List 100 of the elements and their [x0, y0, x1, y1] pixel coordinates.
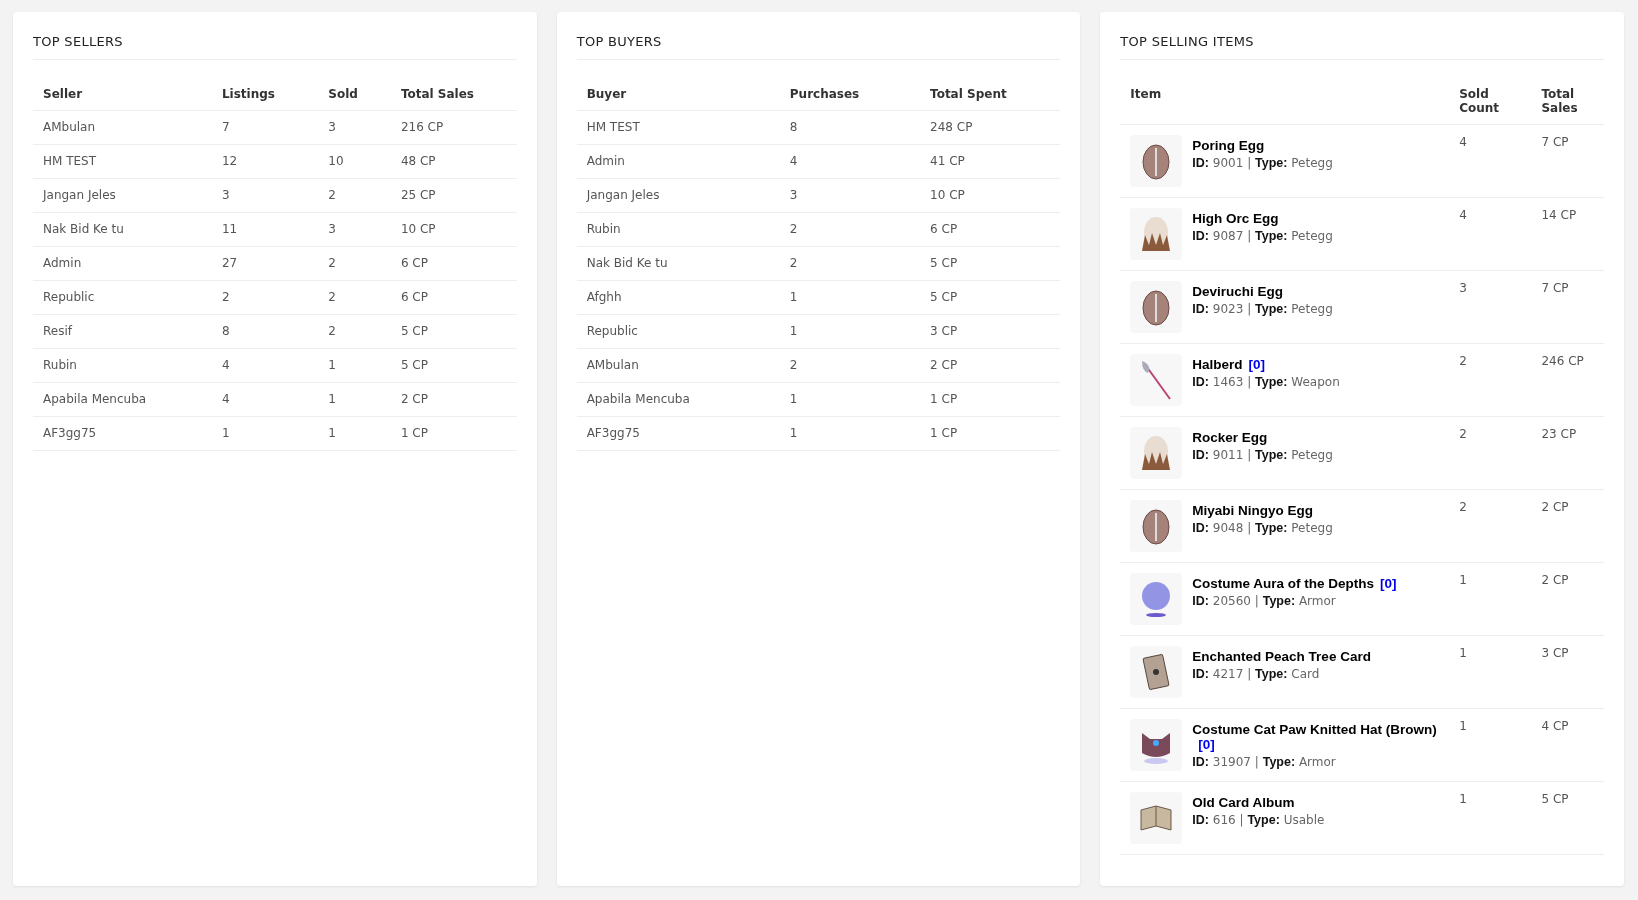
seller-name: Resif — [33, 314, 212, 349]
seller-name: Republic — [33, 280, 212, 315]
column-header: Seller — [33, 78, 212, 111]
item-name: Deviruchi Egg — [1192, 284, 1285, 299]
seller-name: Nak Bid Ke tu — [33, 212, 212, 247]
table-cell: 10 CP — [920, 178, 1061, 213]
item-name: High Orc Egg — [1192, 211, 1280, 226]
table-cell: 3 CP — [1531, 635, 1604, 709]
item-details: ID: 9011 | Type: Petegg — [1192, 448, 1333, 462]
table-cell: 1 — [1449, 708, 1532, 782]
buyer-name: Jangan Jeles — [576, 178, 780, 213]
table-cell: 48 CP — [390, 144, 517, 179]
buyer-name: HM TEST — [576, 110, 780, 145]
table-cell: 4 CP — [1531, 708, 1604, 782]
column-header: Buyer — [576, 78, 780, 111]
table-cell: 3 — [1449, 270, 1532, 344]
table-cell: 1 — [318, 382, 391, 417]
table-cell: 2 — [779, 246, 921, 281]
table-cell: 14 CP — [1531, 197, 1604, 271]
panel-title: TOP BUYERS — [576, 30, 1061, 60]
buyer-name: Republic — [576, 314, 780, 349]
table-cell: 5 CP — [920, 246, 1061, 281]
table-cell: 2 — [1449, 489, 1532, 563]
table-cell: 4 — [1449, 124, 1532, 198]
table-cell: 2 — [318, 246, 391, 281]
table-cell: 2 — [779, 212, 921, 247]
table-cell: 2 — [318, 280, 391, 315]
table-cell: 5 CP — [390, 314, 517, 349]
item-details: ID: 4217 | Type: Card — [1192, 667, 1321, 681]
table-cell: 6 CP — [920, 212, 1061, 247]
table-cell: 1 — [779, 382, 921, 417]
column-header: Purchases — [779, 78, 921, 111]
table-cell: 11 — [211, 212, 319, 247]
table-cell: 8 — [211, 314, 319, 349]
buyer-name: Nak Bid Ke tu — [576, 246, 780, 281]
item-details: ID: 1463 | Type: Weapon — [1192, 375, 1340, 389]
table-cell: 1 CP — [920, 416, 1061, 451]
item-details: ID: 9087 | Type: Petegg — [1192, 229, 1333, 243]
buyer-name: AMbulan — [576, 348, 780, 383]
buyer-name: Rubin — [576, 212, 780, 247]
panel-title: TOP SELLERS — [33, 30, 517, 60]
table-cell: 5 CP — [1531, 781, 1604, 855]
egg-icon — [1141, 288, 1172, 326]
table-cell: 1 — [779, 280, 921, 315]
item-details: ID: 9001 | Type: Petegg — [1192, 156, 1333, 170]
table-cell: 1 — [779, 416, 921, 451]
table-cell: 3 — [318, 212, 391, 247]
table-cell: 7 CP — [1531, 270, 1604, 344]
item-details: ID: 616 | Type: Usable — [1192, 813, 1325, 827]
seller-name: Admin — [33, 246, 212, 281]
table-cell: 10 — [318, 144, 391, 179]
column-header: Total Spent — [920, 78, 1061, 111]
table-cell: 2 — [318, 178, 391, 213]
table-cell: 6 CP — [390, 280, 517, 315]
table-cell: 23 CP — [1531, 416, 1604, 490]
table-cell: 2 — [1449, 416, 1532, 490]
table-cell: 3 — [779, 178, 921, 213]
table-cell: 1 — [211, 416, 319, 451]
table-cell: 25 CP — [390, 178, 517, 213]
column-header: Total Sales — [390, 78, 517, 111]
table-cell: 4 — [211, 382, 319, 417]
table-cell: 4 — [1449, 197, 1532, 271]
seller-name: HM TEST — [33, 144, 212, 179]
column-header: Sold — [318, 78, 391, 111]
table-cell: 246 CP — [1531, 343, 1604, 417]
table-cell: 1 CP — [390, 416, 517, 451]
buyer-name: Admin — [576, 144, 780, 179]
seller-name: Rubin — [33, 348, 212, 383]
table-cell: 3 CP — [920, 314, 1061, 349]
table-cell: 41 CP — [920, 144, 1061, 179]
table-cell: 7 CP — [1531, 124, 1604, 198]
item-details: ID: 20560 | Type: Armor — [1192, 594, 1337, 608]
table-cell: 6 CP — [390, 246, 517, 281]
buyer-name: AF3gg75 — [576, 416, 780, 451]
item-name: Miyabi Ningyo Egg — [1192, 503, 1315, 518]
table-cell: 1 — [1449, 562, 1532, 636]
table-cell: 216 CP — [390, 110, 517, 145]
item-name: Enchanted Peach Tree Card — [1192, 649, 1371, 664]
table-cell: 1 — [318, 348, 391, 383]
item-details: ID: 31907 | Type: Armor — [1192, 755, 1337, 769]
egg-icon — [1141, 142, 1172, 180]
table-cell: 1 CP — [920, 382, 1061, 417]
table-cell: 2 CP — [1531, 489, 1604, 563]
table-cell: 4 — [779, 144, 921, 179]
table-cell: 2 — [211, 280, 319, 315]
table-cell: 4 — [211, 348, 319, 383]
table-cell: 27 — [211, 246, 319, 281]
seller-name: AF3gg75 — [33, 416, 212, 451]
table-cell: 3 — [211, 178, 319, 213]
column-header: Item — [1120, 78, 1450, 125]
item-name: Costume Aura of the Depths [0] — [1192, 576, 1397, 591]
item-name: Poring Egg — [1192, 138, 1266, 153]
table-cell: 1 — [318, 416, 391, 451]
column-header: Sold Count — [1449, 78, 1532, 125]
item-name: Costume Cat Paw Knitted Hat (Brown) [0] — [1192, 722, 1438, 752]
table-cell: 1 — [1449, 635, 1532, 709]
item-name: Old Card Album — [1192, 795, 1296, 810]
table-cell: 2 — [779, 348, 921, 383]
table-cell: 12 — [211, 144, 319, 179]
buyer-name: Afghh — [576, 280, 780, 315]
